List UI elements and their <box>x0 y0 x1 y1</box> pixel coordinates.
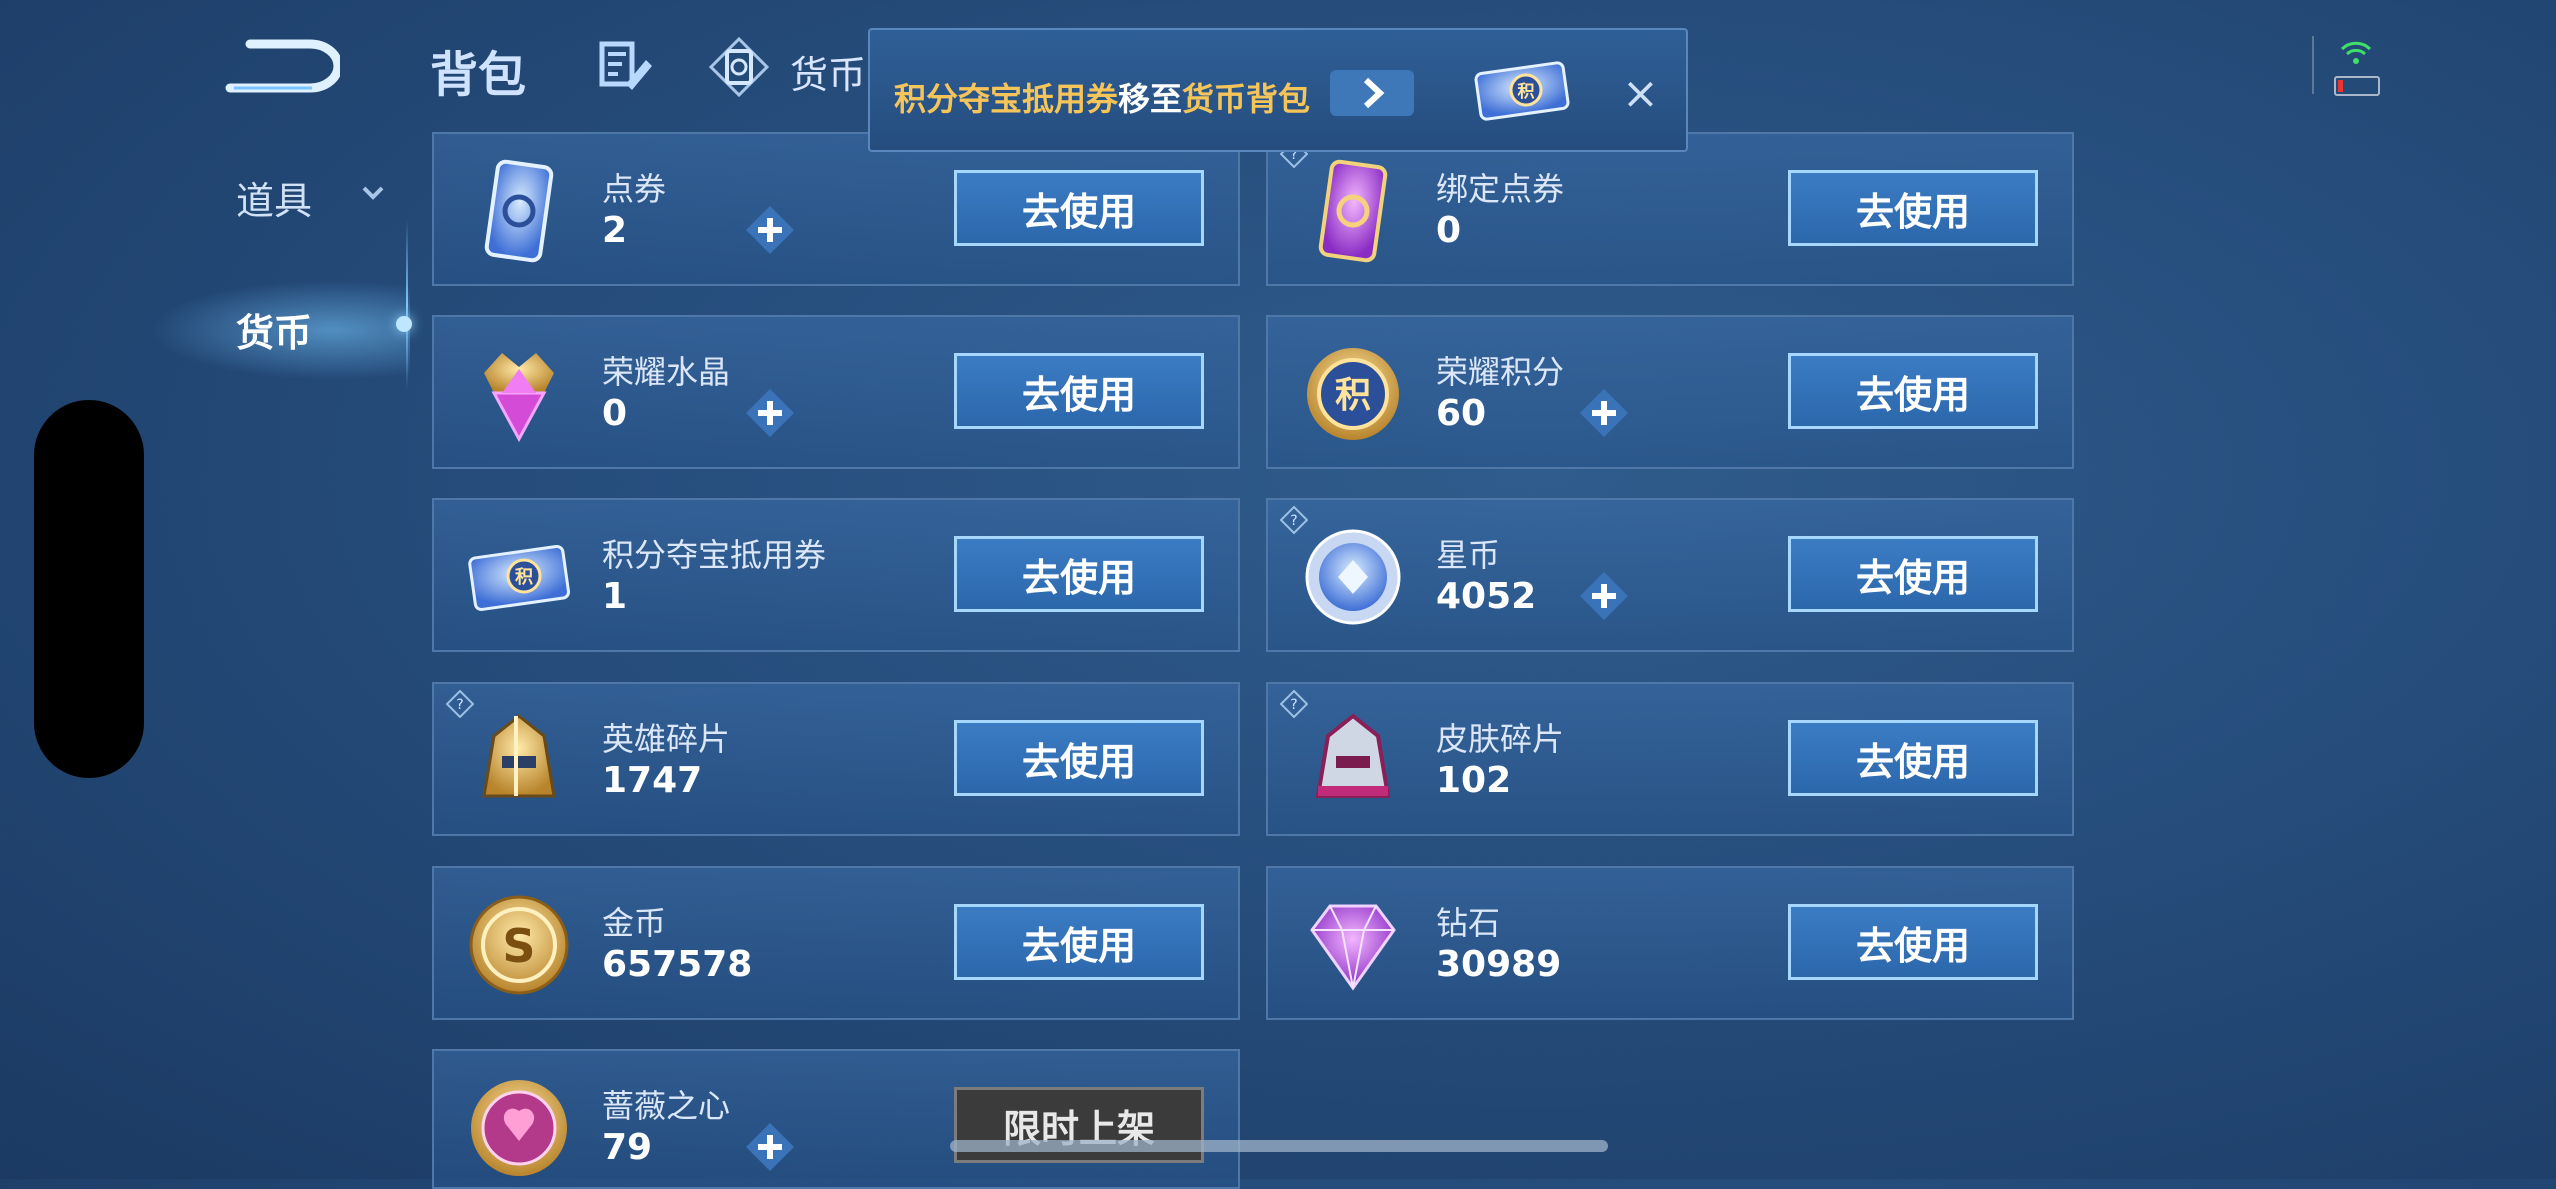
item-name: 英雄碎片 <box>602 720 731 758</box>
use-button[interactable]: 去使用 <box>954 353 1204 429</box>
item-count: 102 <box>1436 760 1512 801</box>
bound-voucher-icon <box>1298 156 1408 266</box>
use-button[interactable]: 去使用 <box>1788 353 2038 429</box>
use-button[interactable]: 去使用 <box>1788 536 2038 612</box>
sidebar-item-currency[interactable]: 货币 <box>236 302 312 357</box>
use-button[interactable]: 去使用 <box>954 170 1204 246</box>
item-name: 星币 <box>1436 536 1501 574</box>
currency-card-points-voucher: 积 积分夺宝抵用券 1 去使用 <box>432 498 1240 652</box>
item-count: 30989 <box>1436 944 1562 985</box>
chevron-down-icon[interactable] <box>360 180 386 206</box>
currency-card-glory-points: 积 荣耀积分 60 去使用 <box>1266 315 2074 469</box>
banner-verb: 移至 <box>1118 80 1183 118</box>
voucher-card-icon <box>464 156 574 266</box>
tab-bag[interactable]: 背包 <box>430 35 526 105</box>
item-name: 蔷薇之心 <box>602 1087 731 1125</box>
item-name: 荣耀水晶 <box>602 353 731 391</box>
use-button[interactable]: 去使用 <box>1788 904 2038 980</box>
rose-heart-icon <box>464 1073 574 1183</box>
arrow-right-icon[interactable] <box>1330 70 1414 116</box>
item-count: 79 <box>602 1127 653 1168</box>
add-icon[interactable] <box>744 204 796 256</box>
edit-list-icon[interactable] <box>598 38 654 94</box>
notification-banner: 积分夺宝抵用券移至货币背包 积 × <box>868 28 1688 152</box>
sidebar-active-indicator <box>396 316 412 332</box>
item-name: 荣耀积分 <box>1436 353 1565 391</box>
banner-item-name: 积分夺宝抵用券 <box>894 80 1119 118</box>
item-count: 1 <box>602 576 628 617</box>
currency-card-hero-shard: ? 英雄碎片 1747 去使用 <box>432 682 1240 836</box>
item-count: 657578 <box>602 944 753 985</box>
item-count: 0 <box>602 393 628 434</box>
skin-helmet-icon <box>1298 706 1408 816</box>
item-count: 60 <box>1436 393 1487 434</box>
currency-card-glory-crystal: 荣耀水晶 0 去使用 <box>432 315 1240 469</box>
item-name: 点券 <box>602 170 667 208</box>
item-name: 钻石 <box>1436 904 1501 942</box>
battery-icon <box>2334 76 2380 96</box>
item-count: 1747 <box>602 760 703 801</box>
close-icon[interactable]: × <box>1622 68 1659 119</box>
banner-target: 货币背包 <box>1182 80 1311 118</box>
item-name: 积分夺宝抵用券 <box>602 536 827 574</box>
currency-card-skin-shard: ? 皮肤碎片 102 去使用 <box>1266 682 2074 836</box>
use-button[interactable]: 去使用 <box>954 904 1204 980</box>
banner-message: 积分夺宝抵用券移至货币背包 <box>894 74 1310 120</box>
use-button[interactable]: 去使用 <box>954 536 1204 612</box>
add-icon[interactable] <box>744 1121 796 1173</box>
currency-card-star-coin: ? 星币 4052 去使用 <box>1266 498 2074 652</box>
svg-text:?: ? <box>456 697 463 713</box>
redaction-overlay <box>34 400 144 778</box>
back-icon[interactable] <box>220 30 343 100</box>
svg-text:积: 积 <box>1518 82 1535 102</box>
use-button[interactable]: 去使用 <box>954 720 1204 796</box>
currency-card-dianquan: 点券 2 去使用 <box>432 132 1240 286</box>
gold-coin-icon: S <box>464 890 574 1000</box>
add-icon[interactable] <box>1578 570 1630 622</box>
svg-text:?: ? <box>1290 513 1297 529</box>
item-count: 2 <box>602 210 628 251</box>
hero-helmet-icon <box>464 706 574 816</box>
item-count: 0 <box>1436 210 1462 251</box>
item-name: 绑定点券 <box>1436 170 1565 208</box>
add-icon[interactable] <box>744 387 796 439</box>
currency-card-gold: S 金币 657578 去使用 <box>432 866 1240 1020</box>
status-divider <box>2312 36 2314 94</box>
sidebar-item-props[interactable]: 道具 <box>236 170 312 225</box>
item-name: 皮肤碎片 <box>1436 720 1565 758</box>
item-count: 4052 <box>1436 576 1537 617</box>
ticket-icon: 积 <box>1474 58 1570 124</box>
tab-currency[interactable]: 货币 <box>790 44 866 99</box>
diamond-icon <box>1298 890 1408 1000</box>
currency-tab-icon[interactable] <box>708 36 770 98</box>
item-name: 金币 <box>602 904 667 942</box>
use-button[interactable]: 去使用 <box>1788 170 2038 246</box>
home-indicator[interactable] <box>950 1140 1608 1152</box>
currency-card-rose-heart: 蔷薇之心 79 限时上架 <box>432 1049 1240 1189</box>
svg-text:?: ? <box>1290 697 1297 713</box>
use-button[interactable]: 去使用 <box>1788 720 2038 796</box>
svg-text:积: 积 <box>515 567 533 588</box>
svg-text:积: 积 <box>1335 375 1371 416</box>
wifi-icon <box>2340 40 2372 66</box>
add-icon[interactable] <box>1578 387 1630 439</box>
currency-card-diamond: 钻石 30989 去使用 <box>1266 866 2074 1020</box>
star-coin-icon <box>1298 522 1408 632</box>
crystal-icon <box>464 339 574 449</box>
points-medal-icon: 积 <box>1298 339 1408 449</box>
ticket-icon: 积 <box>464 522 574 632</box>
currency-card-bound-dianquan: ? 绑定点券 0 去使用 <box>1266 132 2074 286</box>
svg-text:S: S <box>502 919 535 973</box>
